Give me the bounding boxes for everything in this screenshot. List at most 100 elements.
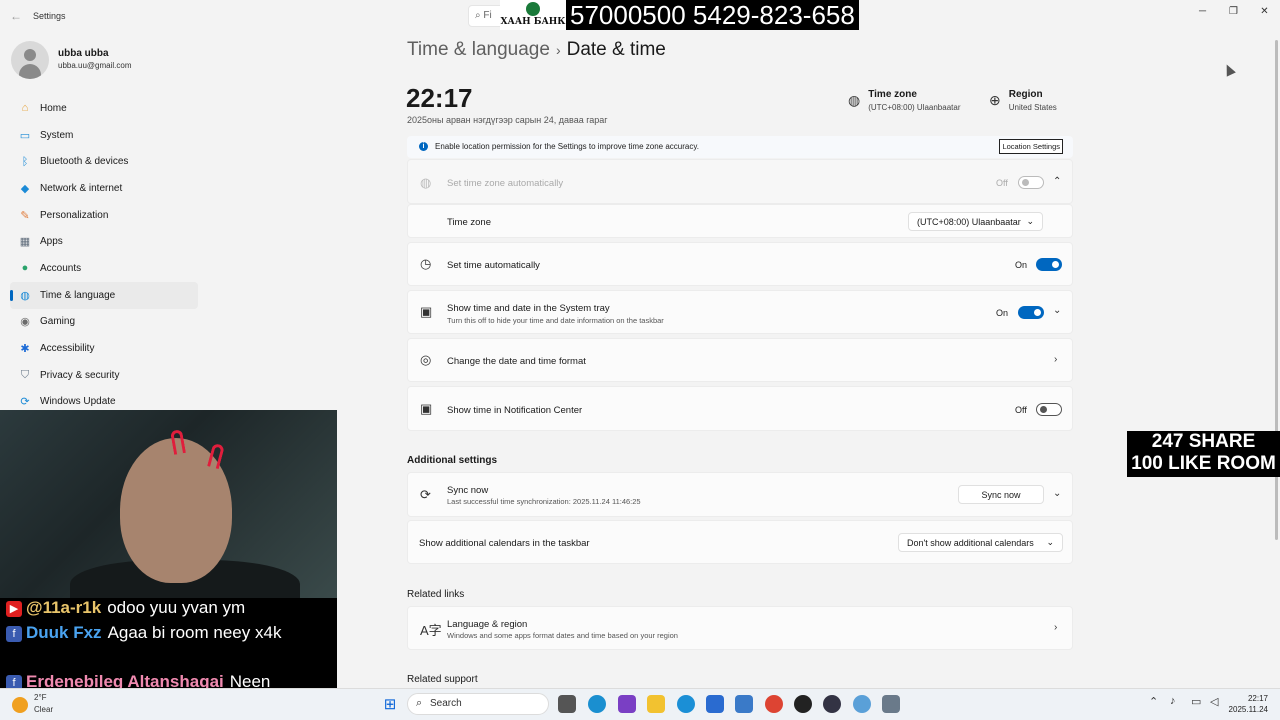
mail-icon[interactable] bbox=[735, 695, 753, 713]
notification-clock-icon: ▣ bbox=[420, 401, 433, 416]
sidebar-item-label: System bbox=[40, 129, 74, 141]
settings-gear-icon[interactable] bbox=[882, 695, 900, 713]
sidebar-item[interactable]: ◍ Time & language bbox=[10, 281, 198, 309]
system-tray-card: ▣ Show time and date in the System tray … bbox=[407, 290, 1073, 334]
timezone-value: (UTC+08:00) Ulaanbaatar bbox=[868, 103, 961, 112]
minimize-icon[interactable]: ─ bbox=[1187, 0, 1218, 22]
calendar-clock-icon: ▣ bbox=[420, 304, 433, 319]
obs-icon[interactable] bbox=[794, 695, 812, 713]
speaker-icon[interactable]: ◁ bbox=[1210, 695, 1218, 708]
app-icon[interactable] bbox=[853, 695, 871, 713]
breadcrumb-parent[interactable]: Time & language bbox=[407, 39, 550, 60]
display-icon[interactable]: ▭ bbox=[1191, 695, 1201, 708]
breadcrumb: Time & language › Date & time bbox=[407, 39, 666, 61]
chevron-up-icon[interactable]: ⌃ bbox=[1053, 176, 1061, 187]
accessibility-icon: ✱ bbox=[20, 343, 30, 356]
timezone-dropdown[interactable]: (UTC+08:00) Ulaanbaatar ⌄ bbox=[908, 212, 1043, 231]
youtube-icon: ▶ bbox=[6, 600, 22, 617]
timezone-title: Time zone bbox=[447, 217, 491, 228]
sidebar-item[interactable]: ◉ Gaming bbox=[10, 309, 198, 336]
chat-text: Agaa bi room neey x4k bbox=[107, 623, 282, 642]
sidebar-item[interactable]: ᛒ Bluetooth & devices bbox=[10, 148, 198, 175]
language-icon: A字 bbox=[420, 623, 442, 638]
task-view-icon[interactable] bbox=[558, 695, 576, 713]
globe-format-icon: ◎ bbox=[420, 352, 432, 367]
sidebar-item-label: Accessibility bbox=[40, 343, 95, 355]
chevron-down-icon[interactable]: ⌄ bbox=[1053, 305, 1061, 316]
sidebar-item[interactable]: ● Accounts bbox=[10, 255, 198, 282]
notification-toggle[interactable] bbox=[1036, 403, 1062, 416]
close-icon[interactable]: ✕ bbox=[1249, 0, 1280, 22]
webcam-feed bbox=[0, 410, 337, 598]
sidebar-item-label: Time & language bbox=[40, 289, 116, 301]
taskbar-clock[interactable]: 22:17 2025.11.24 bbox=[1228, 693, 1268, 715]
sidebar-item-label: Gaming bbox=[40, 316, 76, 328]
calendars-dropdown[interactable]: Don't show additional calendars ⌄ bbox=[898, 533, 1063, 552]
taskbar-date: 2025.11.24 bbox=[1228, 705, 1268, 714]
calendars-card: Show additional calendars in the taskbar… bbox=[407, 520, 1073, 564]
bank-mark-icon bbox=[526, 2, 540, 16]
language-region-subtitle: Windows and some apps format dates and t… bbox=[447, 631, 678, 640]
sidebar-item[interactable]: ⛉ Privacy & security bbox=[10, 362, 198, 389]
sidebar-item[interactable]: ✱ Accessibility bbox=[10, 335, 198, 362]
facebook-icon: f bbox=[6, 625, 22, 642]
globe-location-icon: ◍ bbox=[420, 175, 432, 190]
live-chat-overlay: ▶ @11a-r1k odoo yuu yvan ym f Duuk Fxz Agaa b… bbox=[0, 598, 337, 698]
language-region-link[interactable]: A字 Language & region Windows and some ap… bbox=[407, 606, 1073, 650]
related-support-heading: Related support bbox=[407, 674, 478, 685]
clock-icon: ◷ bbox=[420, 256, 432, 271]
chevron-down-icon[interactable]: ⌄ bbox=[1053, 488, 1061, 499]
mouse-cursor-icon bbox=[1222, 62, 1236, 77]
timezone-card: Time zone (UTC+08:00) Ulaanbaatar ⌄ bbox=[407, 204, 1073, 238]
page-title: Date & time bbox=[566, 39, 666, 60]
taskbar: 2°F Clear bbox=[0, 688, 1280, 720]
apps-icon: ▦ bbox=[19, 236, 31, 249]
sidebar-item[interactable]: ▦ Apps bbox=[10, 228, 198, 255]
sidebar-item-label: Privacy & security bbox=[40, 369, 120, 381]
edge-copilot-icon[interactable] bbox=[588, 695, 606, 713]
sidebar-item[interactable]: ⌂ Home bbox=[10, 95, 198, 122]
file-explorer-icon[interactable] bbox=[647, 695, 665, 713]
format-card[interactable]: ◎ Change the date and time format › bbox=[407, 338, 1073, 382]
auto-timezone-card: ◍ Set time zone automatically Off ⌃ bbox=[407, 159, 1073, 204]
app-icon[interactable] bbox=[618, 695, 636, 713]
system-tray-title: Show time and date in the System tray bbox=[447, 303, 610, 314]
chrome-icon[interactable] bbox=[765, 695, 783, 713]
promo-overlay: 247 SHARE 100 LIKE ROOM bbox=[1127, 431, 1280, 477]
chevron-up-icon[interactable]: ⌃ bbox=[1149, 695, 1158, 708]
auto-timezone-toggle[interactable] bbox=[1018, 176, 1044, 189]
back-arrow-icon[interactable]: ← bbox=[10, 9, 22, 23]
microphone-icon[interactable]: ♪ bbox=[1170, 695, 1176, 707]
sync-card: ⟳ Sync now Last successful time synchron… bbox=[407, 472, 1073, 517]
current-time: 22:17 bbox=[406, 83, 473, 113]
auto-timezone-state: Off bbox=[996, 178, 1008, 188]
store-icon[interactable] bbox=[706, 695, 724, 713]
promo-line-2: 100 LIKE ROOM bbox=[1131, 453, 1276, 474]
sync-now-button[interactable]: Sync now bbox=[958, 485, 1044, 504]
edge-icon[interactable] bbox=[677, 695, 695, 713]
sync-title: Sync now bbox=[447, 485, 489, 496]
auto-time-toggle[interactable] bbox=[1036, 258, 1062, 271]
taskbar-search[interactable]: ⌕ Search bbox=[407, 693, 549, 715]
avatar[interactable] bbox=[11, 41, 49, 79]
region-summary: ⊕ Region United States bbox=[989, 89, 1057, 112]
sidebar-item[interactable]: ▭ System bbox=[10, 122, 198, 149]
chevron-down-icon: ⌄ bbox=[1046, 537, 1054, 547]
system-tray-state: On bbox=[996, 308, 1009, 318]
maximize-icon[interactable]: ❐ bbox=[1218, 0, 1249, 22]
home-icon: ⌂ bbox=[21, 102, 29, 115]
sidebar-item[interactable]: ✎ Personalization bbox=[10, 202, 198, 229]
system-tray-toggle[interactable] bbox=[1018, 306, 1044, 319]
start-icon[interactable]: ⊞ bbox=[381, 695, 399, 713]
search-placeholder: Fi bbox=[483, 10, 492, 21]
sync-icon: ⟳ bbox=[420, 487, 431, 502]
sidebar-item[interactable]: ◆ Network & internet bbox=[10, 175, 198, 202]
sidebar-nav: ⌂ Home ▭ System ᛒ Bluetooth & devices ◆ Network… bbox=[10, 95, 198, 415]
region-value: United States bbox=[1008, 103, 1057, 112]
sidebar-item-label: Network & internet bbox=[40, 182, 123, 194]
app-icon[interactable] bbox=[823, 695, 841, 713]
globe-clock-icon: ◍ bbox=[20, 289, 30, 302]
user-name: ubba ubba bbox=[58, 48, 109, 59]
location-settings-button[interactable]: Location Settings bbox=[999, 139, 1063, 154]
calendars-title: Show additional calendars in the taskbar bbox=[419, 538, 590, 549]
